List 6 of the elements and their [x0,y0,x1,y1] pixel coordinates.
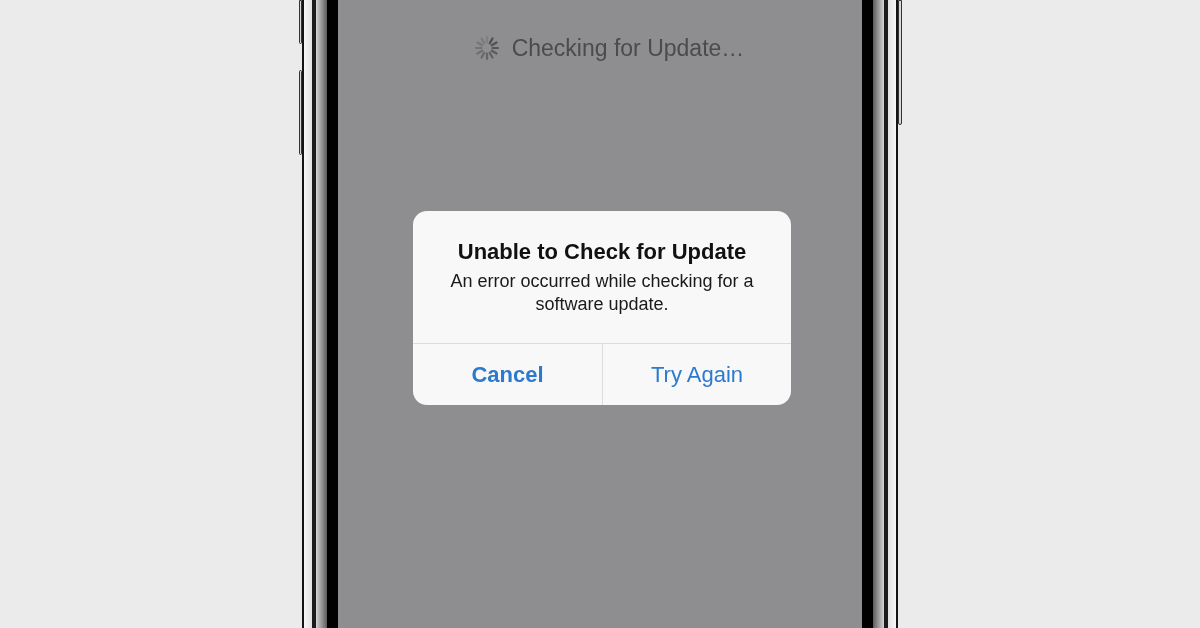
side-key [299,0,302,44]
status-text: Checking for Update… [511,35,745,61]
alert-action[interactable]: Try Again [602,344,791,405]
alert-title: Unable to Check for Update [457,239,747,265]
alert-message: An error occurred while checking for a software update. [449,270,755,316]
alert-action[interactable]: Cancel [413,344,602,405]
